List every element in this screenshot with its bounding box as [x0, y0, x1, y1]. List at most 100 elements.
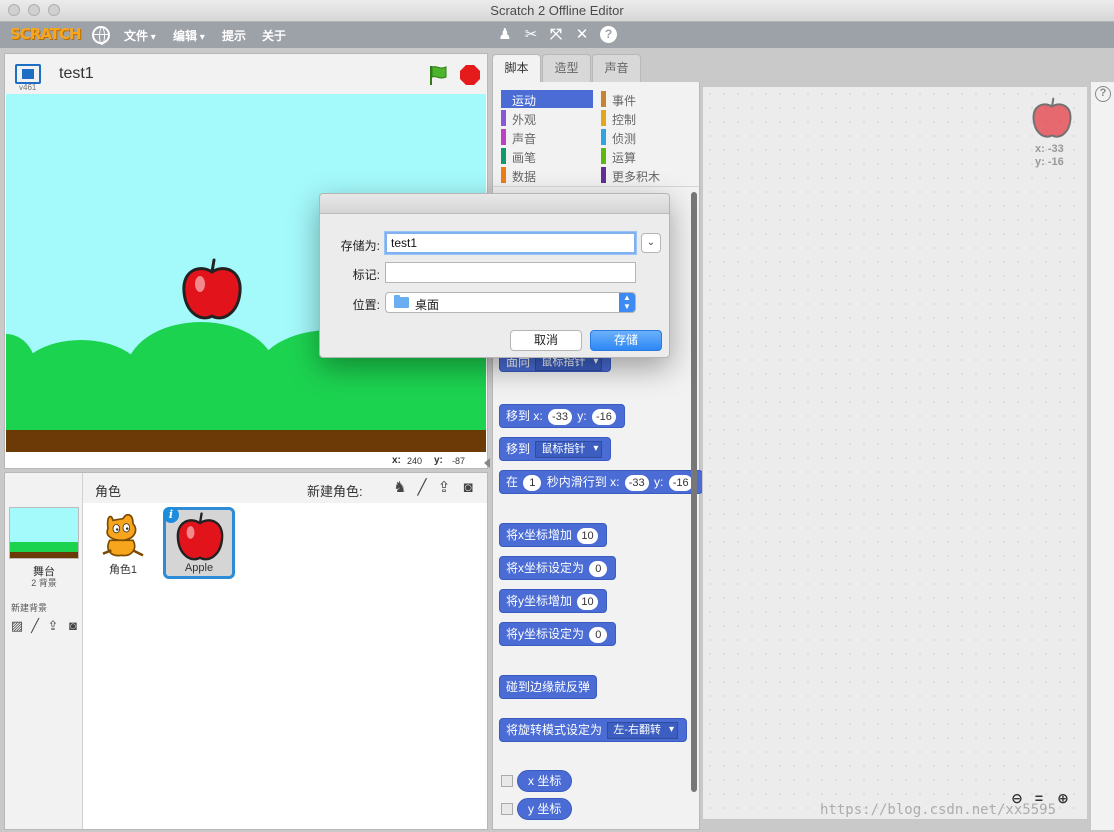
- help-icon[interactable]: ?: [1095, 86, 1111, 102]
- tab-costumes[interactable]: 造型: [542, 54, 591, 82]
- category-8[interactable]: 运算: [601, 147, 693, 165]
- menu-file[interactable]: 文件: [124, 27, 156, 44]
- palette-scrollbar[interactable]: [691, 192, 697, 792]
- help-icon[interactable]: ?: [600, 26, 617, 43]
- block-dropdown[interactable]: 鼠标指针: [535, 441, 603, 459]
- collapse-stage-icon[interactable]: [484, 458, 490, 468]
- save-dialog: 存储为: ⌄ 标记: 位置: 桌面 ▲▼ 取消 存储: [319, 193, 670, 358]
- block-label: 移到: [506, 409, 531, 423]
- stage-column: 舞台 2 背景 新建背景 ▨ ╱ ⇪ ◙: [5, 473, 83, 829]
- category-swatch: [501, 91, 506, 107]
- backdrop-tools: ▨ ╱ ⇪ ◙: [9, 619, 83, 635]
- block-go-to[interactable]: 移到 鼠标指针: [499, 437, 612, 461]
- paint-brush-icon[interactable]: ╱: [27, 619, 43, 633]
- globe-icon[interactable]: [92, 26, 110, 45]
- sprites-label: 角色: [95, 484, 122, 499]
- help-sidebar: ?: [1090, 82, 1114, 830]
- sprite-panel: 舞台 2 背景 新建背景 ▨ ╱ ⇪ ◙ 角色 新建角色: ♞ ╱ ⇪ ◙ 角色…: [4, 472, 488, 830]
- block-set-x[interactable]: 将x坐标设定为 0: [499, 556, 617, 580]
- block-glide[interactable]: 在 1 秒内滑行到 x: -33 y: -16: [499, 470, 703, 494]
- category-6[interactable]: 控制: [601, 109, 693, 127]
- block-bounce[interactable]: 碰到边缘就反弹: [499, 675, 598, 699]
- stage-thumbnail[interactable]: [9, 507, 79, 559]
- block-label: y:: [577, 409, 587, 423]
- grow-icon[interactable]: ⤧: [547, 26, 565, 44]
- menu-bar: SCRATCH 文件 编辑 提示 关于 ♟ ✂ ⤧ ✕ ?: [0, 22, 1114, 48]
- category-swatch: [601, 129, 606, 145]
- tags-input[interactable]: [385, 262, 636, 283]
- save-button[interactable]: 存储: [590, 330, 662, 351]
- block-input[interactable]: -33: [624, 474, 649, 491]
- cat-sprite-icon: [102, 513, 144, 557]
- scratch-logo[interactable]: SCRATCH: [8, 25, 83, 45]
- block-label: x:: [533, 409, 543, 423]
- tab-scripts[interactable]: 脚本: [492, 54, 541, 83]
- sprite-thumbnail-apple[interactable]: i Apple: [163, 507, 235, 579]
- camera-icon[interactable]: ◙: [459, 479, 477, 497]
- category-9[interactable]: 更多积木: [601, 166, 693, 184]
- zoom-in-icon[interactable]: ⊕: [1054, 789, 1072, 807]
- category-0[interactable]: 运动: [501, 90, 593, 108]
- category-4[interactable]: 数据: [501, 166, 593, 184]
- category-swatch: [501, 148, 506, 164]
- stop-sign-icon[interactable]: [460, 65, 480, 85]
- mouse-x-label: x:: [392, 455, 401, 466]
- block-label: 将y坐标设定为: [506, 627, 585, 641]
- category-1[interactable]: 外观: [501, 109, 593, 127]
- block-rotation-style[interactable]: 将旋转模式设定为 左-右翻转: [499, 718, 688, 742]
- menu-about[interactable]: 关于: [262, 27, 286, 44]
- fullscreen-icon[interactable]: [15, 64, 41, 84]
- reporter-y-position[interactable]: y 坐标: [517, 798, 573, 820]
- block-input[interactable]: 10: [577, 527, 598, 544]
- block-input[interactable]: -16: [591, 408, 616, 425]
- category-5[interactable]: 事件: [601, 90, 693, 108]
- chevron-down-icon[interactable]: ⌄: [641, 233, 661, 253]
- new-backdrop-label: 新建背景: [11, 603, 48, 613]
- sprite-thumbnail-cat[interactable]: 角色1: [87, 507, 159, 579]
- version-label: v461: [19, 83, 37, 92]
- window-titlebar: Scratch 2 Offline Editor: [0, 0, 1114, 22]
- y-position-checkbox[interactable]: [501, 803, 513, 815]
- image-library-icon[interactable]: ▨: [9, 619, 25, 633]
- category-2[interactable]: 声音: [501, 128, 593, 146]
- save-as-input[interactable]: [385, 232, 636, 254]
- block-input[interactable]: 10: [577, 593, 598, 610]
- block-change-x[interactable]: 将x坐标增加 10: [499, 523, 607, 547]
- camera-icon[interactable]: ◙: [65, 619, 81, 633]
- menu-tips[interactable]: 提示: [222, 27, 246, 44]
- block-set-y[interactable]: 将y坐标设定为 0: [499, 622, 617, 646]
- category-3[interactable]: 画笔: [501, 147, 593, 165]
- apple-sprite[interactable]: [180, 258, 244, 324]
- block-dropdown[interactable]: 左-右翻转: [607, 722, 679, 740]
- block-input[interactable]: 0: [589, 626, 608, 643]
- block-label: 将y坐标增加: [506, 594, 573, 608]
- x-position-checkbox[interactable]: [501, 775, 513, 787]
- where-label: 位置:: [352, 298, 380, 312]
- reporter-x-position[interactable]: x 坐标: [517, 770, 573, 792]
- script-area[interactable]: x: -33 y: -16: [702, 86, 1088, 820]
- upload-icon[interactable]: ⇪: [435, 479, 453, 497]
- paint-brush-icon[interactable]: ╱: [413, 479, 431, 497]
- sprite-library-icon[interactable]: ♞: [391, 479, 409, 497]
- cancel-button[interactable]: 取消: [510, 330, 582, 351]
- shrink-icon[interactable]: ✕: [573, 26, 591, 44]
- menu-edit[interactable]: 编辑: [173, 27, 205, 44]
- green-flag-icon[interactable]: [427, 64, 449, 86]
- block-input[interactable]: 0: [589, 560, 608, 577]
- project-title[interactable]: test1: [59, 65, 94, 83]
- block-label: 移到: [506, 442, 531, 456]
- block-input[interactable]: 1: [523, 474, 542, 491]
- stamp-icon[interactable]: ♟: [496, 26, 514, 44]
- mouse-y-label: y:: [434, 455, 443, 466]
- tab-sounds[interactable]: 声音: [592, 54, 641, 82]
- block-change-y[interactable]: 将y坐标增加 10: [499, 589, 607, 613]
- category-7[interactable]: 侦测: [601, 128, 693, 146]
- backdrop-count: 2 背景: [31, 578, 57, 588]
- block-input[interactable]: -33: [548, 408, 572, 425]
- upload-icon[interactable]: ⇪: [45, 619, 61, 633]
- block-input[interactable]: -16: [668, 474, 693, 491]
- location-select[interactable]: 桌面 ▲ ▼: [385, 292, 636, 313]
- block-go-to-xy[interactable]: 移到 x: -33 y: -16: [499, 404, 625, 428]
- scissors-icon[interactable]: ✂: [522, 26, 540, 44]
- category-label: 控制: [612, 113, 637, 127]
